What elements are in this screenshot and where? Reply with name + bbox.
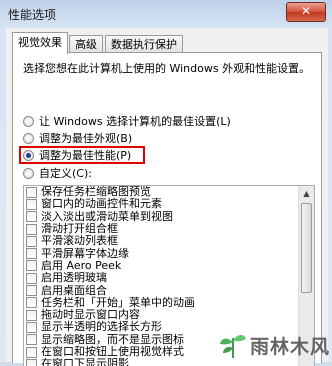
effect-label: 淡入淡出或滑动菜单到视图	[41, 209, 173, 223]
leaf-logo-icon	[219, 335, 246, 358]
scroll-up-arrow-icon[interactable]: ▲	[299, 186, 314, 201]
effect-checkbox[interactable]	[26, 309, 37, 321]
effect-list-item[interactable]: 启用桌面组合	[24, 283, 314, 297]
radio-label: 自定义(C):	[39, 167, 92, 180]
effect-checkbox[interactable]	[26, 297, 37, 309]
effect-label: 平滑屏幕字体边缘	[41, 246, 129, 260]
effect-label: 在窗口下显示阴影	[41, 357, 129, 366]
dialog-client: 视觉效果 高级 数据执行保护 选择您想在此计算机上使用的 Windows 外观和…	[6, 28, 328, 366]
effect-label: 平滑滚动列表框	[41, 234, 118, 248]
effect-checkbox[interactable]	[26, 186, 37, 198]
description-text: 选择您想在此计算机上使用的 Windows 外观和性能设置。	[23, 62, 311, 75]
radio-label: 让 Windows 选择计算机的最佳设置(L)	[39, 115, 231, 128]
effect-label: 启用桌面组合	[41, 283, 107, 297]
effect-label: 任务栏和「开始」菜单中的动画	[41, 295, 195, 309]
performance-options-window: 性能选项 ✕ 视觉效果 高级 数据执行保护 选择您想在此计算机上使用的 Wind…	[0, 0, 332, 366]
effect-checkbox[interactable]	[26, 358, 37, 366]
radio-best-performance[interactable]: 调整为最佳性能(P)	[23, 147, 131, 163]
radio-custom[interactable]: 自定义(C):	[23, 165, 92, 181]
effect-label: 显示半透明的选择长方形	[41, 320, 162, 334]
title-bar: 性能选项 ✕	[0, 0, 332, 28]
effect-checkbox[interactable]	[26, 260, 37, 272]
effect-list-item[interactable]: 窗口内的动画控件和元素	[24, 198, 314, 210]
watermark: 雨林木风	[218, 330, 330, 360]
radio-button[interactable]	[23, 167, 34, 179]
visual-effects-panel: 选择您想在此计算机上使用的 Windows 外观和性能设置。 让 Windows…	[12, 52, 322, 366]
effect-checkbox[interactable]	[26, 346, 37, 358]
effect-checkbox[interactable]	[26, 235, 37, 247]
watermark-text: 雨林木风	[249, 335, 330, 358]
effect-checkbox[interactable]	[26, 198, 37, 210]
window-title: 性能选项	[8, 8, 57, 22]
effect-checkbox[interactable]	[26, 272, 37, 284]
radio-label: 调整为最佳性能(P)	[39, 149, 132, 162]
radio-let-windows-choose[interactable]: 让 Windows 选择计算机的最佳设置(L)	[23, 113, 231, 129]
effect-checkbox[interactable]	[26, 285, 37, 297]
close-button[interactable]: ✕	[286, 2, 326, 22]
effect-checkbox[interactable]	[26, 321, 37, 333]
effect-checkbox[interactable]	[26, 223, 37, 235]
scroll-thumb[interactable]	[301, 203, 312, 293]
tab-visual-effects[interactable]: 视觉效果	[12, 32, 68, 54]
effect-list-item[interactable]: 平滑屏幕字体边缘	[24, 246, 314, 260]
radio-best-appearance[interactable]: 调整为最佳外观(B)	[23, 130, 132, 146]
effect-checkbox[interactable]	[26, 211, 37, 223]
effect-list-item[interactable]: 启用透明玻璃	[24, 272, 314, 284]
radio-button-selected[interactable]	[23, 149, 34, 161]
effect-list-item[interactable]: 平滑滚动列表框	[24, 235, 314, 247]
effect-label: 启用透明玻璃	[41, 271, 107, 285]
effect-label: 显示缩略图，而不是显示图标	[41, 332, 184, 346]
radio-button[interactable]	[23, 132, 34, 144]
tab-advanced[interactable]: 高级	[69, 35, 103, 53]
radio-label: 调整为最佳外观(B)	[39, 132, 133, 145]
tab-data-execution-prevention[interactable]: 数据执行保护	[105, 35, 183, 53]
effect-checkbox[interactable]	[26, 248, 37, 260]
effect-checkbox[interactable]	[26, 334, 37, 346]
radio-button[interactable]	[23, 115, 34, 127]
effect-label: 窗口内的动画控件和元素	[41, 197, 162, 211]
